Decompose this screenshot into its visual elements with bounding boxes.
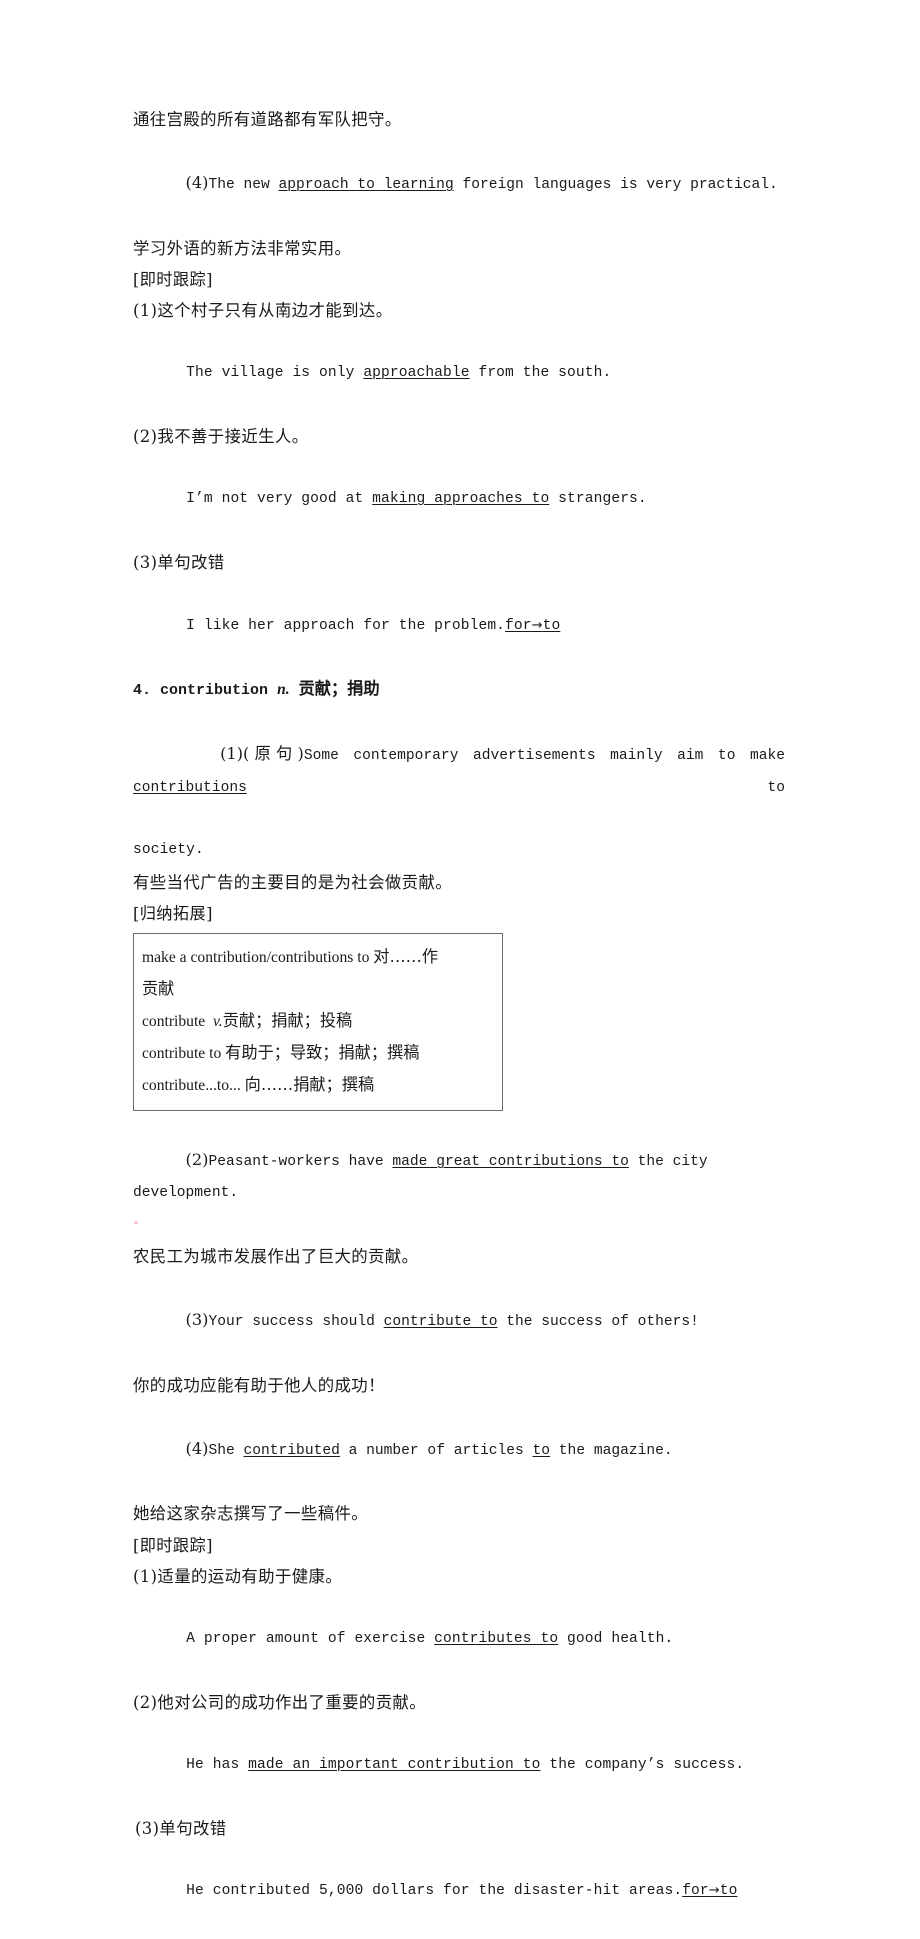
text-line-cn: (2)他对公司的成功作出了重要的贡献。 (133, 1692, 427, 1712)
sentence-post: the magazine. (550, 1442, 673, 1459)
sentence-pre: I’m not very good at (186, 490, 373, 507)
expansion-latin: contribute to (142, 1045, 226, 1063)
expansion-latin: contribute (142, 1012, 214, 1030)
underlined-phrase: contribute to (383, 1314, 498, 1331)
correction-pair: for→to (505, 618, 560, 634)
underlined-preposition: to (532, 1442, 551, 1459)
example-line-4: (4)The new approach to learning foreign … (133, 135, 785, 232)
entry-pos: n. (277, 681, 290, 699)
example-line-3: (3)Your success should contribute to the… (133, 1273, 785, 1370)
correction-line: I like her approach for the problem.for→… (133, 578, 785, 673)
entry-word: contribution (160, 682, 269, 700)
arrow-icon: → (531, 617, 543, 633)
entry-gloss: 贡献；捐助 (298, 679, 380, 699)
expansion-cjk: 对……作 (373, 946, 439, 966)
expansion-row: make a contribution/contributions to 对……… (142, 941, 492, 973)
text-line-cn: (3)单句改错 (135, 1818, 227, 1838)
section-tag-expansion: [归纳拓展] (133, 904, 213, 924)
answer-line: I’m not very good at making approaches t… (133, 452, 785, 546)
underlined-verb: contributed (243, 1442, 340, 1459)
item-marker: (1)(原句) (220, 744, 304, 764)
text-line-cn: 有些当代广告的主要目的是为社会做贡献。 (133, 872, 453, 892)
sentence-post: the success of others! (497, 1314, 699, 1331)
entry-number: 4. (133, 682, 152, 700)
expansion-row: contribute to 有助于；导致；捐献；撰稿 (142, 1037, 492, 1069)
expansion-box: make a contribution/contributions to 对……… (133, 932, 503, 1111)
sentence-post: strangers. (549, 490, 647, 507)
right-word: to (542, 617, 561, 634)
sentence-pre: The new (208, 176, 279, 193)
arrow-icon: → (708, 1883, 720, 1899)
expansion-row: 贡献 (142, 973, 492, 1005)
entry-heading: 4. contribution n. 贡献；捐助 (133, 673, 785, 706)
expansion-latin: make a contribution/contributions to (142, 948, 374, 966)
page-content: 通往宫殿的所有道路都有军队把守。 (4)The new approach to … (133, 104, 785, 1939)
text-line-cn: (1)这个村子只有从南边才能到达。 (133, 301, 393, 321)
source-sentence-line: (1)(原句)Some contemporary advertisements … (133, 707, 785, 836)
item-marker: (2) (185, 1149, 209, 1169)
source-sentence-continuation: society. (133, 842, 204, 859)
text-line-cn: 她给这家杂志撰写了一些稿件。 (133, 1504, 369, 1524)
text-line-cn: (3)单句改错 (133, 552, 225, 572)
text-line-cn: 你的成功应能有助于他人的成功！ (133, 1375, 385, 1395)
correction-line: He contributed 5,000 dollars for the dis… (133, 1844, 785, 1939)
sentence-post: good health. (558, 1631, 674, 1648)
expansion-cjk: 向……捐献；撰稿 (244, 1075, 375, 1095)
underlined-answer: contributes to (434, 1631, 559, 1648)
sentence-pre: A proper amount of exercise (186, 1631, 435, 1648)
sentence-pre: The village is only (186, 365, 364, 382)
item-marker: (3) (185, 1310, 209, 1330)
text-line-cn: 农民工为城市发展作出了巨大的贡献。 (133, 1247, 419, 1267)
section-tag-practice-2: [即时跟踪] (133, 1535, 213, 1555)
expansion-row: contribute...to... 向……捐献；撰稿 (142, 1069, 492, 1101)
underlined-answer: approachable (363, 365, 470, 382)
item-marker: (4) (185, 172, 209, 192)
text-line-cn: 通往宫殿的所有道路都有军队把守。 (133, 110, 402, 129)
answer-line: The village is only approachable from th… (133, 327, 785, 421)
right-word: to (719, 1883, 738, 1900)
sentence-post: the company’s success. (540, 1756, 745, 1773)
sentence-post: to (246, 779, 785, 796)
expansion-cjk: 有助于；导致；捐献；撰稿 (225, 1043, 420, 1063)
expansion-cjk: 贡献；捐献；投稿 (222, 1010, 353, 1030)
sentence-mid: a number of articles (339, 1442, 533, 1459)
answer-line: He has made an important contribution to… (133, 1718, 785, 1812)
text-line-cn: 学习外语的新方法非常实用。 (133, 238, 352, 258)
wrong-word: for (505, 617, 532, 634)
wrong-word: for (682, 1883, 709, 1900)
answer-line: A proper amount of exercise contributes … (133, 1593, 785, 1687)
sentence-pre: He contributed 5,000 dollars for the dis… (186, 1883, 683, 1900)
sentence-pre: Some contemporary advertisements mainly … (303, 748, 795, 765)
document-page: 通往宫殿的所有道路都有军队把守。 (4)The new approach to … (0, 0, 920, 1899)
item-marker: (4) (185, 1438, 209, 1458)
example-line-2: (2)Peasant-workers have made great contr… (133, 1113, 785, 1242)
section-tag-practice: [即时跟踪] (133, 270, 213, 290)
sentence-pre: She (208, 1442, 244, 1459)
expansion-cjk: 贡献 (142, 978, 175, 998)
example-line-4b: (4)She contributed a number of articles … (133, 1401, 785, 1498)
underlined-phrase: contributions (133, 779, 247, 796)
expansion-row: contribute v.贡献；捐献；投稿 (142, 1005, 492, 1037)
scan-artifact (134, 1221, 138, 1224)
sentence-pre: Your success should (208, 1314, 384, 1331)
sentence-post: foreign languages is very practical. (453, 176, 778, 193)
sentence-post: from the south. (469, 365, 612, 382)
text-line-cn: (1)适量的运动有助于健康。 (133, 1567, 343, 1587)
sentence-pre: He has (186, 1756, 249, 1773)
expansion-pos: v. (213, 1012, 223, 1030)
text-line-cn: (2)我不善于接近生人。 (133, 427, 309, 447)
expansion-latin: contribute...to... (142, 1077, 245, 1095)
underlined-phrase: made great contributions to (392, 1153, 629, 1170)
underlined-answer: making approaches to (372, 490, 550, 507)
underlined-answer: made an important contribution to (248, 1756, 541, 1773)
underlined-phrase: approach to learning (278, 176, 454, 193)
correction-pair: for→to (682, 1883, 737, 1899)
sentence-pre: Peasant-workers have (208, 1153, 393, 1170)
sentence-pre: I like her approach for the problem. (186, 617, 506, 634)
